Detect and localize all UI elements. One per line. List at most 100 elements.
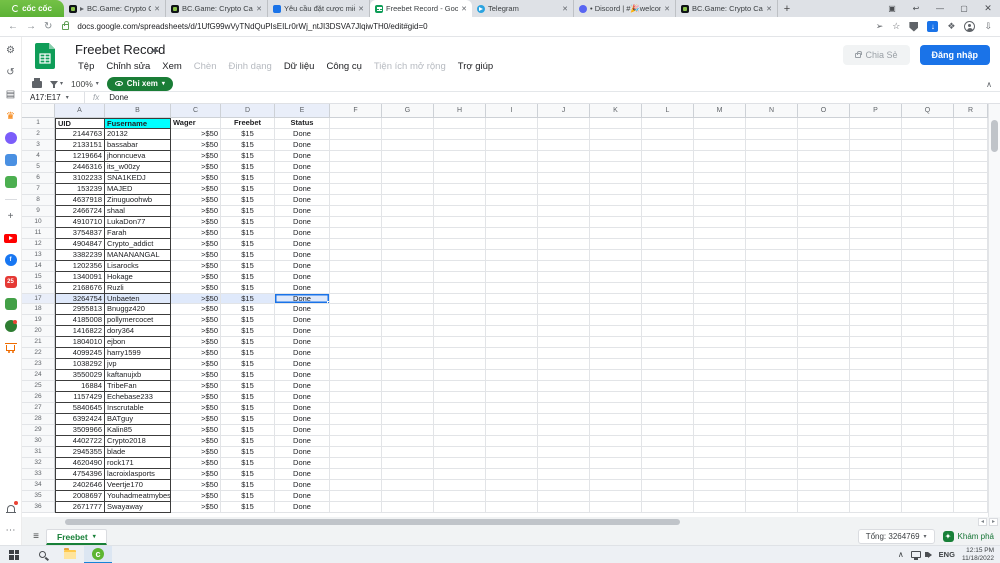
cell-P1[interactable] <box>850 118 902 129</box>
cell-M36[interactable] <box>694 502 746 513</box>
cell-H11[interactable] <box>434 228 486 239</box>
browser-tab-1[interactable]: BC.Game: Crypto Casino✕ <box>166 0 268 17</box>
row-header-25[interactable]: 25 <box>22 381 55 392</box>
cell-L35[interactable] <box>642 491 694 502</box>
minimize-button[interactable]: — <box>928 4 952 13</box>
cell-B13[interactable]: MANANANGAL <box>105 250 171 261</box>
cell-H28[interactable] <box>434 414 486 425</box>
cell-K7[interactable] <box>590 184 642 195</box>
cell-R17[interactable] <box>954 294 988 305</box>
cell-B26[interactable]: Echebase233 <box>105 392 171 403</box>
cell-Q35[interactable] <box>902 491 954 502</box>
cell-P29[interactable] <box>850 425 902 436</box>
cell-L14[interactable] <box>642 261 694 272</box>
cell-N33[interactable] <box>746 469 798 480</box>
cell-I14[interactable] <box>486 261 538 272</box>
cell-B25[interactable]: TribeFan <box>105 381 171 392</box>
cell-P20[interactable] <box>850 326 902 337</box>
cell-K9[interactable] <box>590 206 642 217</box>
cell-C8[interactable]: >$50 <box>171 195 221 206</box>
cell-B11[interactable]: Farah <box>105 228 171 239</box>
row-header-2[interactable]: 2 <box>22 129 55 140</box>
cell-O21[interactable] <box>798 337 850 348</box>
cell-F3[interactable] <box>330 140 382 151</box>
cell-J33[interactable] <box>538 469 590 480</box>
cell-Q16[interactable] <box>902 283 954 294</box>
cell-O18[interactable] <box>798 304 850 315</box>
cell-A15[interactable]: 1340091 <box>55 272 105 283</box>
cell-K19[interactable] <box>590 315 642 326</box>
games-icon[interactable] <box>4 175 18 189</box>
cell-R35[interactable] <box>954 491 988 502</box>
cell-O36[interactable] <box>798 502 850 513</box>
language-indicator[interactable]: ENG <box>939 550 955 559</box>
cell-N1[interactable] <box>746 118 798 129</box>
cell-H14[interactable] <box>434 261 486 272</box>
cell-P31[interactable] <box>850 447 902 458</box>
cell-M15[interactable] <box>694 272 746 283</box>
cell-R29[interactable] <box>954 425 988 436</box>
cell-R24[interactable] <box>954 370 988 381</box>
cell-C3[interactable]: >$50 <box>171 140 221 151</box>
cell-J8[interactable] <box>538 195 590 206</box>
cell-N25[interactable] <box>746 381 798 392</box>
cell-L30[interactable] <box>642 436 694 447</box>
menu-xem[interactable]: Xem <box>156 59 188 74</box>
cell-K22[interactable] <box>590 348 642 359</box>
cell-P9[interactable] <box>850 206 902 217</box>
cell-N31[interactable] <box>746 447 798 458</box>
cell-D8[interactable]: $15 <box>221 195 275 206</box>
cell-M12[interactable] <box>694 239 746 250</box>
row-header-13[interactable]: 13 <box>22 250 55 261</box>
cell-G25[interactable] <box>382 381 434 392</box>
cell-F14[interactable] <box>330 261 382 272</box>
cell-P10[interactable] <box>850 217 902 228</box>
cell-F7[interactable] <box>330 184 382 195</box>
cell-O33[interactable] <box>798 469 850 480</box>
cell-P8[interactable] <box>850 195 902 206</box>
cell-R16[interactable] <box>954 283 988 294</box>
cell-E28[interactable]: Done <box>275 414 330 425</box>
cell-N34[interactable] <box>746 480 798 491</box>
cell-P14[interactable] <box>850 261 902 272</box>
cell-R11[interactable] <box>954 228 988 239</box>
row-header-7[interactable]: 7 <box>22 184 55 195</box>
cell-J18[interactable] <box>538 304 590 315</box>
cell-K17[interactable] <box>590 294 642 305</box>
cell-N9[interactable] <box>746 206 798 217</box>
signin-button[interactable]: Đăng nhập <box>920 45 991 65</box>
cell-P33[interactable] <box>850 469 902 480</box>
formula-input[interactable]: Done <box>107 93 128 102</box>
cell-F6[interactable] <box>330 173 382 184</box>
cell-P6[interactable] <box>850 173 902 184</box>
cell-E17[interactable]: Done <box>275 294 330 305</box>
sale-badge-icon[interactable]: 25 <box>4 275 18 289</box>
cell-P23[interactable] <box>850 359 902 370</box>
url-text[interactable]: docs.google.com/spreadsheets/d/1UfG99wVy… <box>77 22 867 31</box>
cell-M10[interactable] <box>694 217 746 228</box>
cell-L36[interactable] <box>642 502 694 513</box>
cell-E6[interactable]: Done <box>275 173 330 184</box>
cell-O34[interactable] <box>798 480 850 491</box>
cell-O16[interactable] <box>798 283 850 294</box>
cell-G29[interactable] <box>382 425 434 436</box>
cell-J23[interactable] <box>538 359 590 370</box>
cell-A23[interactable]: 1038292 <box>55 359 105 370</box>
cell-P7[interactable] <box>850 184 902 195</box>
column-header-K[interactable]: K <box>590 104 642 118</box>
cell-P21[interactable] <box>850 337 902 348</box>
cell-N17[interactable] <box>746 294 798 305</box>
cell-F2[interactable] <box>330 129 382 140</box>
cell-F20[interactable] <box>330 326 382 337</box>
cell-A17[interactable]: 3264754 <box>55 294 105 305</box>
cell-H24[interactable] <box>434 370 486 381</box>
cell-Q33[interactable] <box>902 469 954 480</box>
cell-C19[interactable]: >$50 <box>171 315 221 326</box>
cell-O7[interactable] <box>798 184 850 195</box>
cell-J28[interactable] <box>538 414 590 425</box>
coccoc-brand-logo[interactable]: cốc cốc <box>0 0 64 17</box>
cell-D17[interactable]: $15 <box>221 294 275 305</box>
cell-C13[interactable]: >$50 <box>171 250 221 261</box>
row-header-12[interactable]: 12 <box>22 239 55 250</box>
cell-A9[interactable]: 2466724 <box>55 206 105 217</box>
